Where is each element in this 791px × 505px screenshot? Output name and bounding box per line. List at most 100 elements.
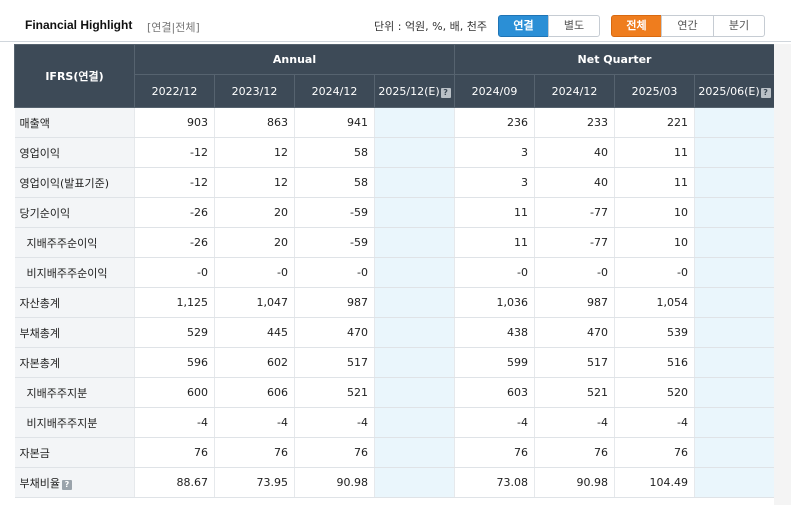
column-header: 2025/06(E)? bbox=[694, 74, 775, 108]
table-row: 자본금 76 76 76 76 76 76 bbox=[14, 437, 775, 468]
table-cell: 233 bbox=[534, 107, 615, 138]
table-cell: 58 bbox=[294, 137, 375, 168]
table-cell: 76 bbox=[454, 437, 535, 468]
table-cell: 104.49 bbox=[614, 467, 695, 498]
group-header-quarter: Net Quarter bbox=[454, 44, 775, 75]
table-cell: -12 bbox=[134, 137, 215, 168]
row-label-text: 부채비율 bbox=[19, 476, 60, 490]
table-cell: 11 bbox=[454, 227, 535, 258]
table-cell: 606 bbox=[214, 377, 295, 408]
table-cell: 1,036 bbox=[454, 287, 535, 318]
row-label-text: 부채총계 bbox=[19, 326, 60, 340]
table-cell: 941 bbox=[294, 107, 375, 138]
table-cell: 600 bbox=[134, 377, 215, 408]
toggle-annual[interactable]: 연간 bbox=[661, 15, 714, 37]
table-cell: 1,047 bbox=[214, 287, 295, 318]
row-label: 자본총계 bbox=[14, 347, 135, 378]
table-cell: -0 bbox=[614, 257, 695, 288]
help-icon[interactable]: ? bbox=[61, 479, 72, 490]
table-cell bbox=[694, 467, 775, 498]
table-cell: 73.08 bbox=[454, 467, 535, 498]
table-cell: 12 bbox=[214, 167, 295, 198]
table-cell: 20 bbox=[214, 197, 295, 228]
table-cell: 520 bbox=[614, 377, 695, 408]
table-cell: -0 bbox=[534, 257, 615, 288]
table-cell: -59 bbox=[294, 197, 375, 228]
table-cell: -4 bbox=[534, 407, 615, 438]
table-cell bbox=[374, 137, 455, 168]
row-label-text: 비지배주주지분 bbox=[26, 416, 98, 430]
table-cell: 10 bbox=[614, 197, 695, 228]
column-header-label: 2023/12 bbox=[231, 84, 278, 98]
toggle-quarterly[interactable]: 분기 bbox=[713, 15, 765, 37]
row-label-text: 지배주주지분 bbox=[26, 386, 88, 400]
table-cell: -12 bbox=[134, 167, 215, 198]
toggle-all[interactable]: 전체 bbox=[611, 15, 662, 37]
column-header-label: 2024/09 bbox=[471, 84, 518, 98]
column-header: 2024/12 bbox=[534, 74, 615, 108]
table-cell: 11 bbox=[454, 197, 535, 228]
column-header-label: 2025/06(E) bbox=[698, 84, 760, 98]
table-row: 비지배주주지분 -4 -4 -4 -4 -4 -4 bbox=[14, 407, 775, 438]
table-cell: 73.95 bbox=[214, 467, 295, 498]
table-row: 자산총계 1,125 1,047 987 1,036 987 1,054 bbox=[14, 287, 775, 318]
table-cell: 470 bbox=[534, 317, 615, 348]
table-row: 자본총계 596 602 517 599 517 516 bbox=[14, 347, 775, 378]
table-cell: 903 bbox=[134, 107, 215, 138]
stub-header: IFRS(연결) bbox=[14, 44, 135, 108]
row-label: 자산총계 bbox=[14, 287, 135, 318]
table-cell: 599 bbox=[454, 347, 535, 378]
table-cell bbox=[374, 377, 455, 408]
table-cell: 11 bbox=[614, 137, 695, 168]
row-label-text: 영업이익(발표기준) bbox=[19, 176, 110, 190]
help-icon[interactable]: ? bbox=[440, 87, 451, 98]
table-cell bbox=[694, 437, 775, 468]
table-cell: 529 bbox=[134, 317, 215, 348]
toggle-separate[interactable]: 별도 bbox=[548, 15, 600, 37]
row-label-text: 비지배주주순이익 bbox=[26, 266, 108, 280]
table-cell: 88.67 bbox=[134, 467, 215, 498]
table-row: 영업이익(발표기준) -12 12 58 3 40 11 bbox=[14, 167, 775, 198]
table-cell: 3 bbox=[454, 137, 535, 168]
table-cell: 76 bbox=[134, 437, 215, 468]
table-cell bbox=[374, 317, 455, 348]
table-cell: 517 bbox=[294, 347, 375, 378]
table-cell bbox=[374, 257, 455, 288]
column-header: 2024/12 bbox=[294, 74, 375, 108]
row-label: 매출액 bbox=[14, 107, 135, 138]
column-header: 2022/12 bbox=[134, 74, 215, 108]
toggle-consolidated[interactable]: 연결 bbox=[498, 15, 549, 37]
row-label: 부채비율? bbox=[14, 467, 135, 498]
column-header-label: 2024/12 bbox=[551, 84, 598, 98]
table-cell: -4 bbox=[614, 407, 695, 438]
table-cell: 521 bbox=[534, 377, 615, 408]
table-cell: -77 bbox=[534, 197, 615, 228]
table-cell: 470 bbox=[294, 317, 375, 348]
table-cell: 539 bbox=[614, 317, 695, 348]
column-header: 2024/09 bbox=[454, 74, 535, 108]
scrollbar[interactable] bbox=[774, 44, 791, 505]
help-icon[interactable]: ? bbox=[760, 87, 771, 98]
table-cell: 12 bbox=[214, 137, 295, 168]
top-bar: Financial Highlight [연결|전체] 단위 : 억원, %, … bbox=[0, 0, 791, 42]
table-cell: -0 bbox=[454, 257, 535, 288]
table-cell bbox=[694, 287, 775, 318]
table-row: 부채총계 529 445 470 438 470 539 bbox=[14, 317, 775, 348]
table-cell: -77 bbox=[534, 227, 615, 258]
table-cell bbox=[374, 347, 455, 378]
table-cell bbox=[694, 197, 775, 228]
row-label: 영업이익(발표기준) bbox=[14, 167, 135, 198]
row-label: 비지배주주순이익 bbox=[14, 257, 135, 288]
row-label: 자본금 bbox=[14, 437, 135, 468]
row-label-text: 자본총계 bbox=[19, 356, 60, 370]
row-label-text: 영업이익 bbox=[19, 146, 60, 160]
table-cell: 863 bbox=[214, 107, 295, 138]
table-cell: 40 bbox=[534, 167, 615, 198]
table-cell bbox=[694, 227, 775, 258]
table-cell: 987 bbox=[294, 287, 375, 318]
table-cell bbox=[374, 227, 455, 258]
column-header-label: 2025/12(E) bbox=[378, 84, 440, 98]
table-cell bbox=[374, 167, 455, 198]
table-row: 당기순이익 -26 20 -59 11 -77 10 bbox=[14, 197, 775, 228]
table-cell: -59 bbox=[294, 227, 375, 258]
